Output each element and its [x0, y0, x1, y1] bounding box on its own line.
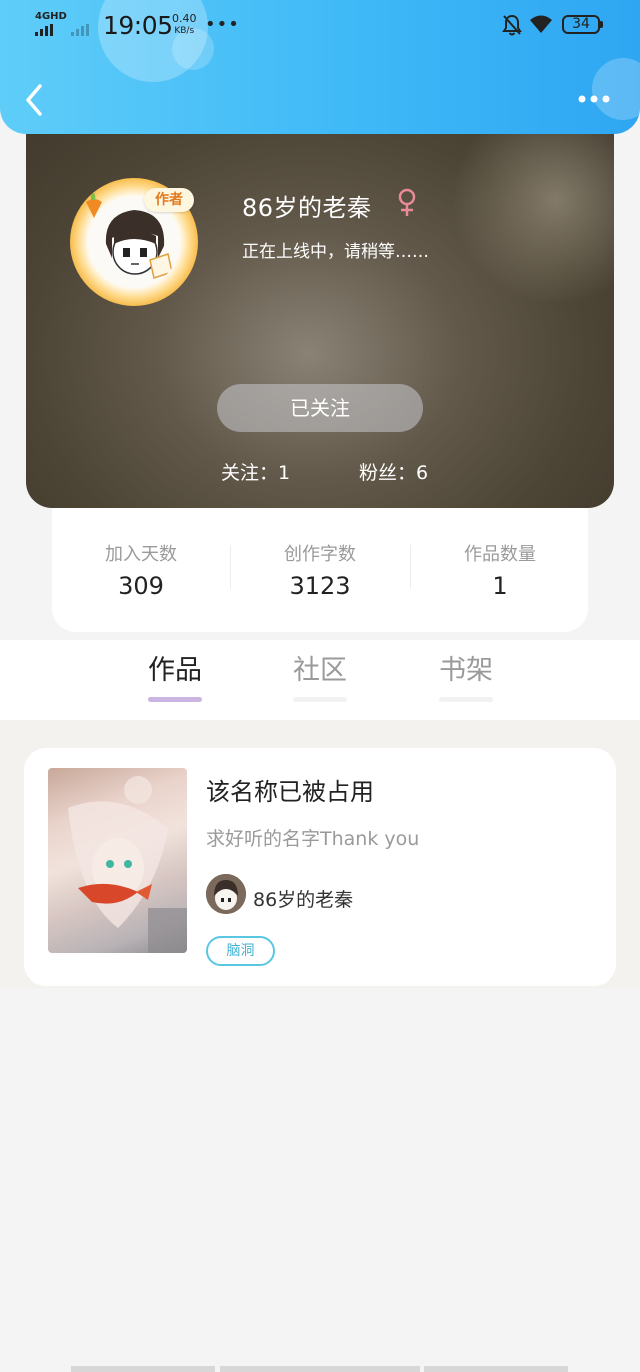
tab-bookshelf[interactable]: 书架 — [421, 648, 511, 702]
work-title[interactable]: 该名称已被占用 — [206, 772, 374, 807]
signal-icon — [35, 24, 53, 36]
nav-hint — [220, 1366, 420, 1372]
female-icon — [398, 188, 416, 216]
nav-hint — [71, 1366, 215, 1372]
stat-word-count: 创作字数 3123 — [231, 540, 409, 600]
speed-value: 0.40 — [172, 12, 197, 25]
bell-muted-icon — [502, 14, 522, 36]
profile-card: 作者 86岁的老秦 正在上线中，请稍等…… 已关注 关注：1 粉丝：6 — [26, 100, 614, 508]
follow-stats: 关注：1 粉丝：6 — [26, 458, 614, 488]
user-stats-card: 加入天数 309 创作字数 3123 作品数量 1 — [52, 490, 588, 632]
user-bio: 正在上线中，请稍等…… — [242, 242, 429, 262]
stat-value: 309 — [118, 572, 164, 600]
status-bar: 4GHD 19:05 0.40 KB/s ••• 34 — [0, 0, 640, 50]
stat-label: 创作字数 — [284, 544, 356, 565]
network-type: 4GHD — [35, 11, 67, 22]
carrot-icon — [86, 193, 102, 218]
follow-button[interactable]: 已关注 — [217, 384, 423, 432]
tab-label: 社区 — [293, 655, 347, 686]
tab-indicator — [439, 697, 493, 702]
profile-tabs: 作品 社区 书架 — [0, 640, 640, 720]
tab-community[interactable]: 社区 — [275, 648, 365, 702]
tab-indicator — [148, 697, 202, 702]
tab-label: 作品 — [148, 655, 202, 686]
back-icon[interactable] — [22, 82, 48, 118]
stat-join-days: 加入天数 309 — [52, 540, 230, 600]
stat-value: 3123 — [289, 572, 351, 600]
signal-secondary-icon — [71, 24, 89, 36]
tab-works[interactable]: 作品 — [130, 648, 220, 702]
author-badge: 作者 — [144, 188, 194, 212]
stat-label: 作品数量 — [464, 544, 536, 565]
wifi-icon — [530, 15, 552, 33]
work-description: 求好听的名字Thank you — [206, 828, 420, 850]
stat-works-count: 作品数量 1 — [411, 540, 589, 600]
avatar-frame[interactable]: 作者 — [70, 178, 198, 306]
stat-value: 1 — [492, 572, 508, 600]
network-speed: 0.40 KB/s — [172, 13, 197, 37]
username: 86岁的老秦 — [242, 194, 372, 222]
genre-tag[interactable]: 脑洞 — [206, 936, 275, 966]
work-card[interactable]: 该名称已被占用 求好听的名字Thank you 86岁的老秦 脑洞 — [24, 748, 616, 986]
author-name[interactable]: 86岁的老秦 — [253, 885, 353, 912]
work-cover[interactable] — [48, 768, 187, 953]
tab-label: 书架 — [439, 655, 493, 686]
clock: 19:05 — [103, 11, 173, 40]
status-more-icon: ••• — [205, 14, 240, 35]
battery-icon: 34 — [562, 15, 603, 34]
following-count[interactable]: 关注：1 — [221, 458, 290, 485]
followers-count[interactable]: 粉丝：6 — [359, 458, 428, 485]
author-avatar-illustration — [206, 874, 246, 914]
more-dots-icon[interactable] — [576, 86, 612, 112]
app-header: 4GHD 19:05 0.40 KB/s ••• 34 — [0, 0, 640, 134]
cover-illustration — [68, 776, 187, 953]
author-avatar[interactable] — [206, 874, 246, 914]
stat-label: 加入天数 — [105, 544, 177, 565]
nav-hint — [424, 1366, 568, 1372]
speed-unit: KB/s — [174, 26, 195, 36]
tab-indicator — [293, 697, 347, 702]
